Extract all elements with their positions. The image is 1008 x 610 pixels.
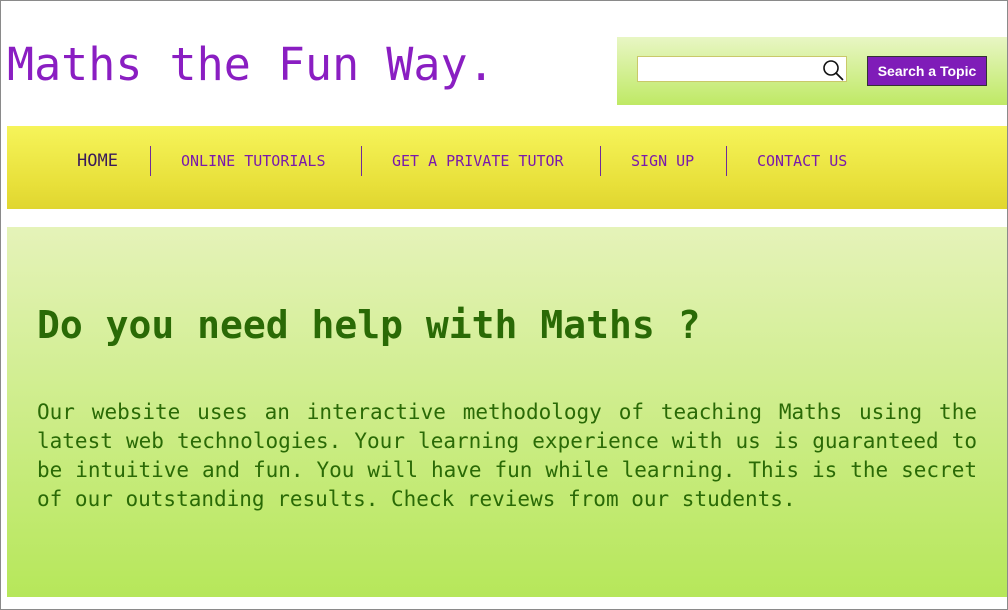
search-topic-button[interactable]: Search a Topic: [867, 56, 987, 86]
page: Maths the Fun Way. Search a Topic HOME O…: [0, 0, 1008, 610]
hero-section: Do you need help with Maths ? Our websit…: [7, 227, 1007, 597]
main-nav: HOME ONLINE TUTORIALS GET A PRIVATE TUTO…: [7, 126, 1007, 209]
search-box[interactable]: [637, 56, 847, 82]
nav-item-contact-us[interactable]: CONTACT US: [757, 126, 847, 196]
nav-separator: [726, 146, 727, 176]
nav-item-private-tutor[interactable]: GET A PRIVATE TUTOR: [392, 126, 564, 196]
nav-separator: [361, 146, 362, 176]
hero-heading: Do you need help with Maths ?: [37, 303, 701, 347]
nav-separator: [600, 146, 601, 176]
nav-item-online-tutorials[interactable]: ONLINE TUTORIALS: [181, 126, 326, 196]
search-panel: Search a Topic: [617, 37, 1007, 105]
nav-item-sign-up[interactable]: SIGN UP: [631, 126, 694, 196]
nav-separator: [150, 146, 151, 176]
search-icon[interactable]: [822, 59, 844, 81]
hero-text: Our website uses an interactive methodol…: [37, 400, 977, 511]
search-input[interactable]: [638, 57, 826, 81]
site-title: Maths the Fun Way.: [7, 38, 495, 91]
nav-item-home[interactable]: HOME: [77, 126, 118, 196]
